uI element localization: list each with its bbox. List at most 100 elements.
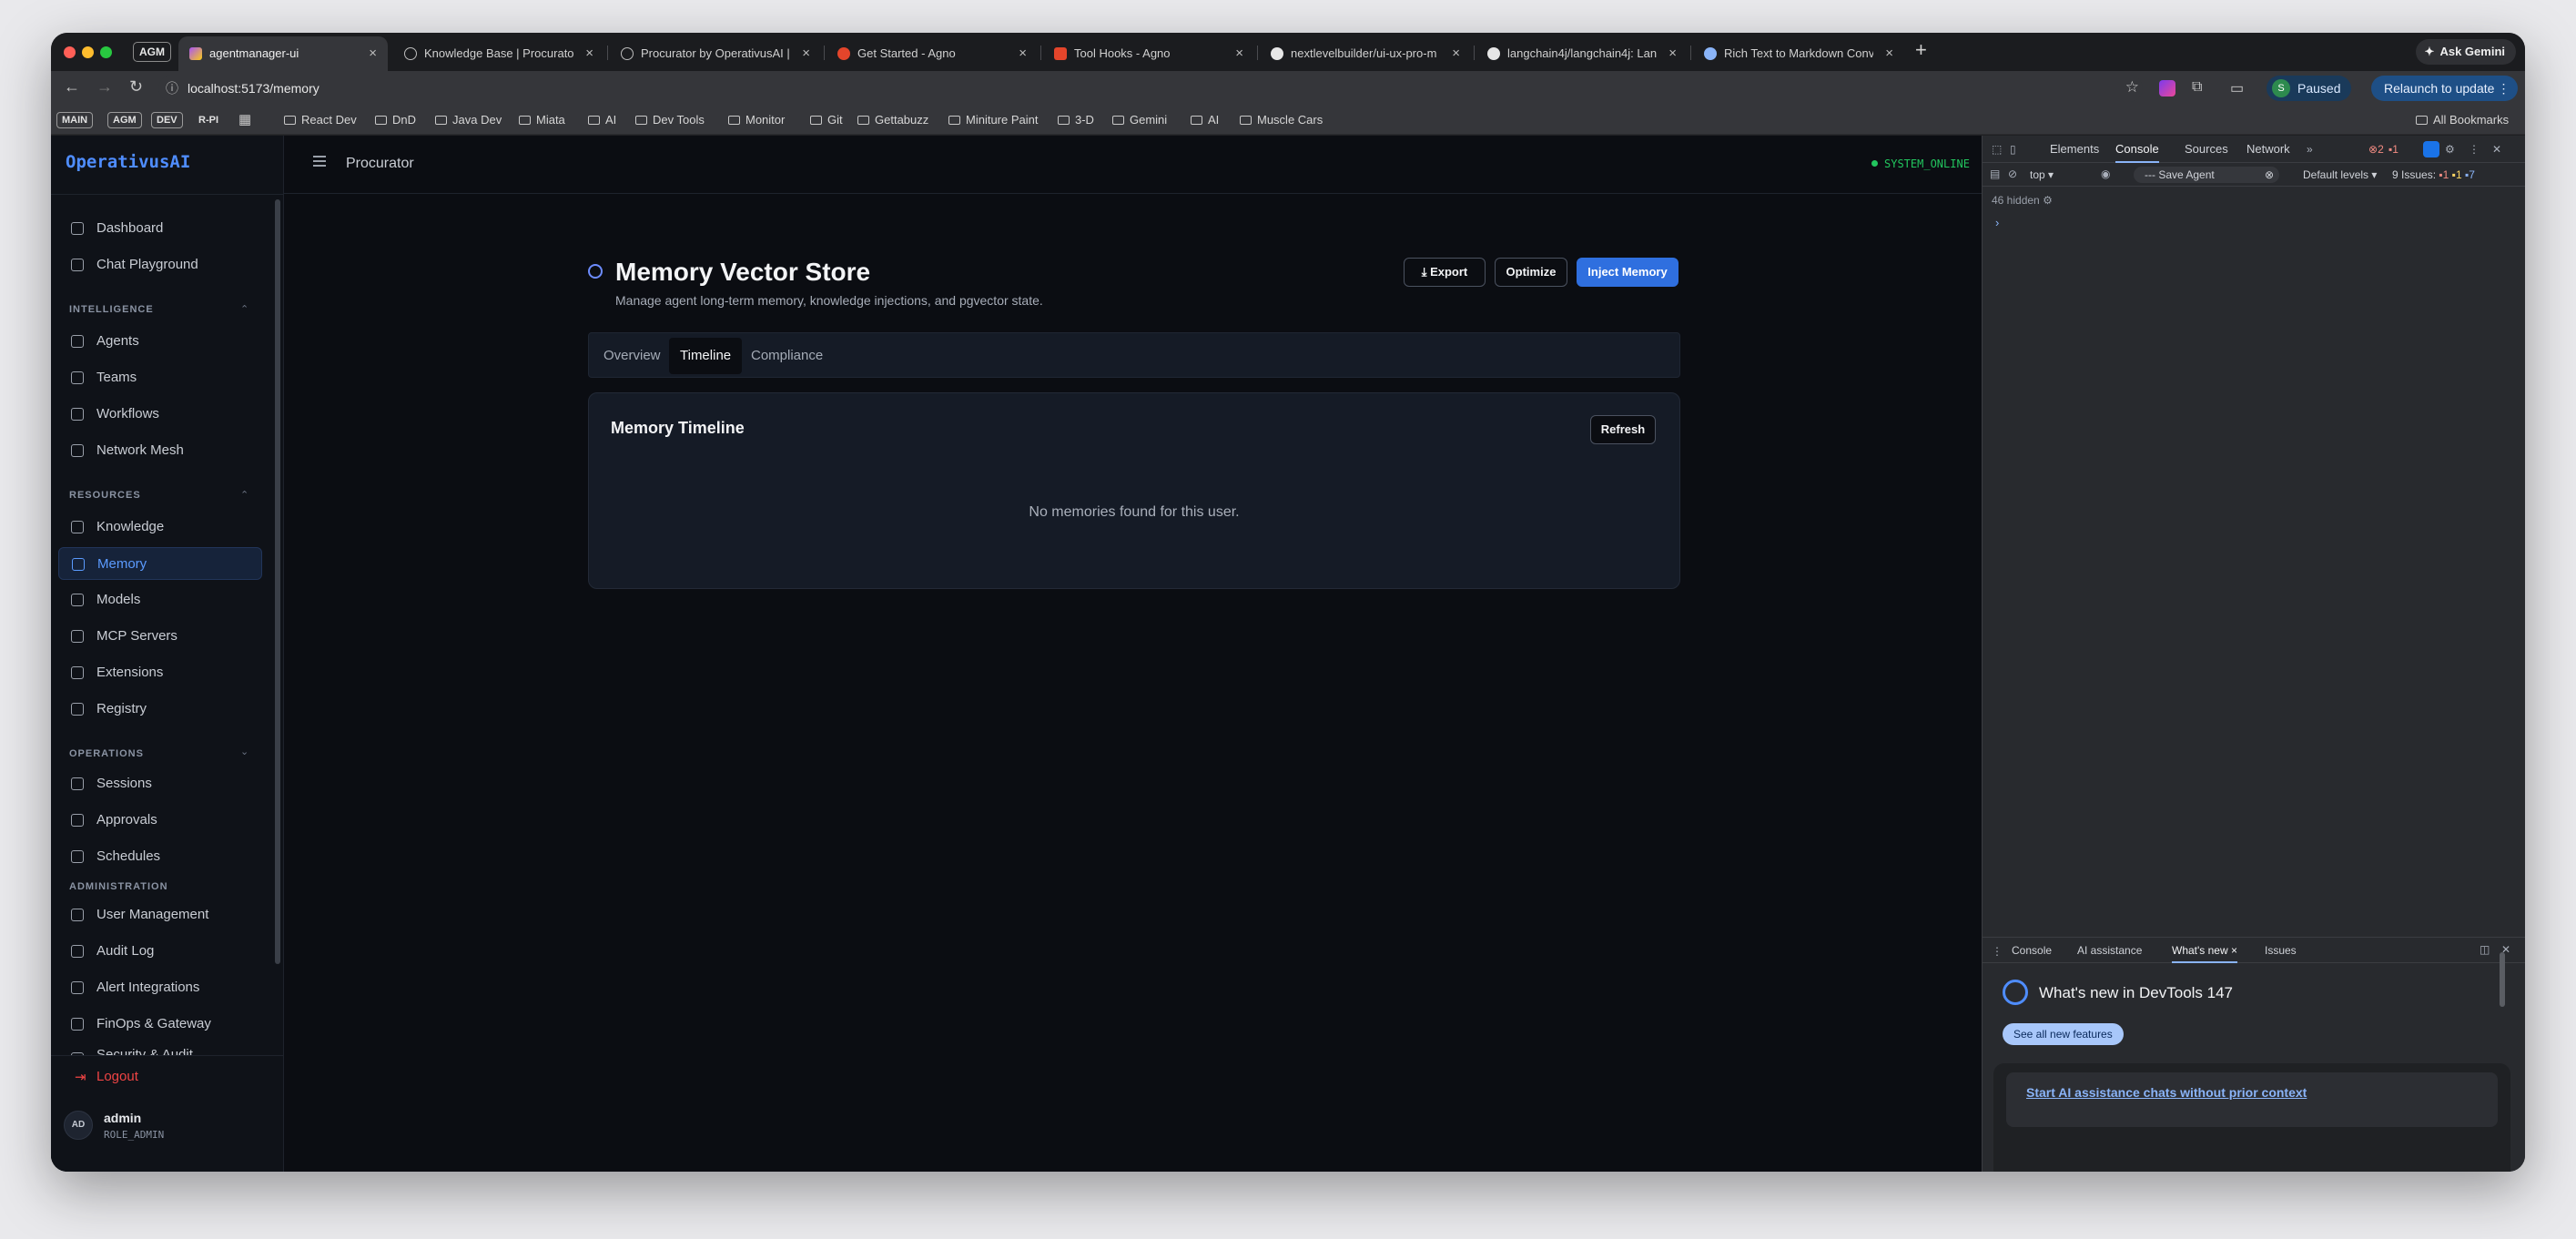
sidebar-item-agents[interactable]: Agents <box>58 325 262 358</box>
sidebar-item-mcp-servers[interactable]: MCP Servers <box>58 620 262 653</box>
bookmark-folder[interactable]: AI <box>588 106 616 135</box>
tab-group-chip[interactable]: AGM <box>133 42 171 62</box>
tab-sources[interactable]: Sources <box>2185 136 2228 163</box>
refresh-button[interactable]: Refresh <box>1590 415 1656 444</box>
bookmark-chip-main[interactable]: MAIN <box>56 112 94 128</box>
tab-compliance[interactable]: Compliance <box>740 338 834 374</box>
dock-icon[interactable]: ◫ <box>2480 943 2490 956</box>
bookmark-folder[interactable]: 3-D <box>1058 106 1094 135</box>
sidebar-item-approvals[interactable]: Approvals <box>58 804 262 837</box>
ask-gemini-button[interactable]: ✦ Ask Gemini <box>2416 39 2516 65</box>
close-tab-icon[interactable]: × <box>1235 36 1243 71</box>
section-administration[interactable]: ADMINISTRATION <box>69 881 168 892</box>
forward-button[interactable]: → <box>96 77 113 96</box>
bookmark-folder[interactable]: DnD <box>375 106 416 135</box>
log-levels-dropdown[interactable]: Default levels ▾ <box>2303 168 2377 181</box>
bookmark-star-icon[interactable]: ☆ <box>2125 78 2139 96</box>
extension-icon[interactable] <box>2159 80 2175 96</box>
more-vert-icon[interactable]: ⋮ <box>2469 143 2480 156</box>
issues-counter[interactable]: 9 Issues: ▪1 ▪1 ▪7 <box>2392 168 2475 181</box>
all-bookmarks[interactable]: All Bookmarks <box>2416 106 2509 135</box>
more-vert-icon[interactable]: ⋮ <box>1992 945 2003 958</box>
tab-console[interactable]: Console <box>2115 136 2159 163</box>
feature-link[interactable]: Start AI assistance chats without prior … <box>2026 1085 2307 1100</box>
bookmark-folder[interactable]: Miata <box>519 106 565 135</box>
bookmark-folder[interactable]: AI <box>1191 106 1219 135</box>
sidebar-item-memory[interactable]: Memory <box>58 547 262 580</box>
sidebar-scrollbar[interactable] <box>275 199 280 964</box>
sidebar-item-audit-log[interactable]: Audit Log <box>58 935 262 968</box>
close-tab-icon[interactable]: × <box>1452 36 1460 71</box>
browser-tab[interactable]: Tool Hooks - Agno × <box>1043 36 1254 71</box>
profile-paused-button[interactable]: S Paused <box>2267 76 2352 101</box>
apps-grid-icon[interactable]: ▦ <box>238 111 251 127</box>
relaunch-button[interactable]: Relaunch to update ⋮ <box>2371 76 2519 101</box>
logout-button[interactable]: ⇥ Logout <box>75 1069 138 1085</box>
gear-icon[interactable]: ⚙ <box>2043 194 2053 207</box>
eye-icon[interactable]: ◉ <box>2101 168 2110 180</box>
browser-tab[interactable]: Rich Text to Markdown Conve × <box>1693 36 1904 71</box>
optimize-button[interactable]: Optimize <box>1495 258 1567 287</box>
browser-tab-active[interactable]: agentmanager-ui × <box>178 36 388 71</box>
address-bar[interactable]: ⓘ localhost:5173/memory ☆ <box>158 75 2143 102</box>
side-panel-icon[interactable]: ▭ <box>2230 79 2244 97</box>
close-tab-icon[interactable]: × <box>369 36 377 71</box>
more-tabs-icon[interactable]: » <box>2307 143 2313 156</box>
sidebar-item-extensions[interactable]: Extensions <box>58 656 262 689</box>
chevron-up-icon[interactable]: ⌃ <box>240 303 248 315</box>
error-count-badge[interactable]: ⊗2 <box>2368 143 2384 156</box>
console-filter-input[interactable]: --- Save Agent ⊗ <box>2134 167 2279 183</box>
sidebar-item-security-audit[interactable]: Security & Audit <box>58 1042 262 1055</box>
sidebar-toggle-icon[interactable]: ▤ <box>1990 168 2000 180</box>
drawer-tab-console[interactable]: Console <box>2012 938 2052 963</box>
drawer-tab-ai-assistance[interactable]: AI assistance <box>2077 938 2142 963</box>
sidebar-item-finops-gateway[interactable]: FinOps & Gateway <box>58 1008 262 1041</box>
tab-overview[interactable]: Overview <box>593 338 672 374</box>
browser-tab[interactable]: langchain4j/langchain4j: Lan × <box>1476 36 1688 71</box>
sidebar-item-alert-integrations[interactable]: Alert Integrations <box>58 971 262 1004</box>
sidebar-item-workflows[interactable]: Workflows <box>58 398 262 431</box>
close-tab-icon[interactable]: × <box>1668 36 1677 71</box>
tab-timeline[interactable]: Timeline <box>669 338 743 374</box>
sidebar-item-models[interactable]: Models <box>58 584 262 616</box>
sidebar-item-network-mesh[interactable]: Network Mesh <box>58 434 262 467</box>
new-tab-button[interactable]: + <box>1915 38 1927 62</box>
back-button[interactable]: ← <box>64 77 80 96</box>
browser-tab[interactable]: nextlevelbuilder/ui-ux-pro-m × <box>1260 36 1471 71</box>
browser-tab[interactable]: Knowledge Base | Procurator × <box>393 36 604 71</box>
sidebar-item-knowledge[interactable]: Knowledge <box>58 511 262 543</box>
drawer-tab-issues[interactable]: Issues <box>2265 938 2297 963</box>
bookmark-chip-agm[interactable]: AGM <box>107 112 142 128</box>
clear-console-icon[interactable]: ⊘ <box>2008 168 2017 180</box>
device-toolbar-icon[interactable]: ▯ <box>2010 143 2016 156</box>
bookmark-folder[interactable]: Monitor <box>728 106 785 135</box>
sidebar-item-registry[interactable]: Registry <box>58 693 262 726</box>
warning-count-badge[interactable]: ▪1 <box>2388 143 2399 156</box>
chevron-down-icon[interactable]: ⌄ <box>240 746 248 757</box>
console-prompt[interactable]: › <box>1995 216 1999 229</box>
bookmark-folder[interactable]: Muscle Cars <box>1240 106 1323 135</box>
tab-network[interactable]: Network <box>2246 136 2290 163</box>
bookmark-folder[interactable]: Dev Tools <box>635 106 705 135</box>
section-resources[interactable]: RESOURCES <box>69 490 141 501</box>
minimize-window-button[interactable] <box>82 46 94 58</box>
close-tab-icon[interactable]: × <box>585 36 593 71</box>
section-operations[interactable]: OPERATIONS <box>69 748 144 759</box>
bookmark-folder[interactable]: Git <box>810 106 843 135</box>
close-tab-icon[interactable]: × <box>2231 944 2237 957</box>
sidebar-item-dashboard[interactable]: Dashboard <box>58 212 262 245</box>
section-intelligence[interactable]: INTELLIGENCE <box>69 304 154 315</box>
bookmark-folder[interactable]: Java Dev <box>435 106 502 135</box>
avatar[interactable]: AD <box>64 1111 93 1140</box>
export-button[interactable]: ⤓ Export <box>1404 258 1486 287</box>
inject-memory-button[interactable]: Inject Memory <box>1577 258 1678 287</box>
bookmark-folder[interactable]: React Dev <box>284 106 357 135</box>
close-tab-icon[interactable]: × <box>1885 36 1893 71</box>
sidebar-item-schedules[interactable]: Schedules <box>58 840 262 873</box>
see-all-features-button[interactable]: See all new features <box>2003 1023 2124 1045</box>
close-icon[interactable]: ✕ <box>2492 143 2501 156</box>
tab-elements[interactable]: Elements <box>2050 136 2099 163</box>
chevron-up-icon[interactable]: ⌃ <box>240 489 248 501</box>
bookmark-folder[interactable]: Gemini <box>1112 106 1167 135</box>
drawer-tab-whats-new[interactable]: What's new × <box>2172 938 2238 963</box>
